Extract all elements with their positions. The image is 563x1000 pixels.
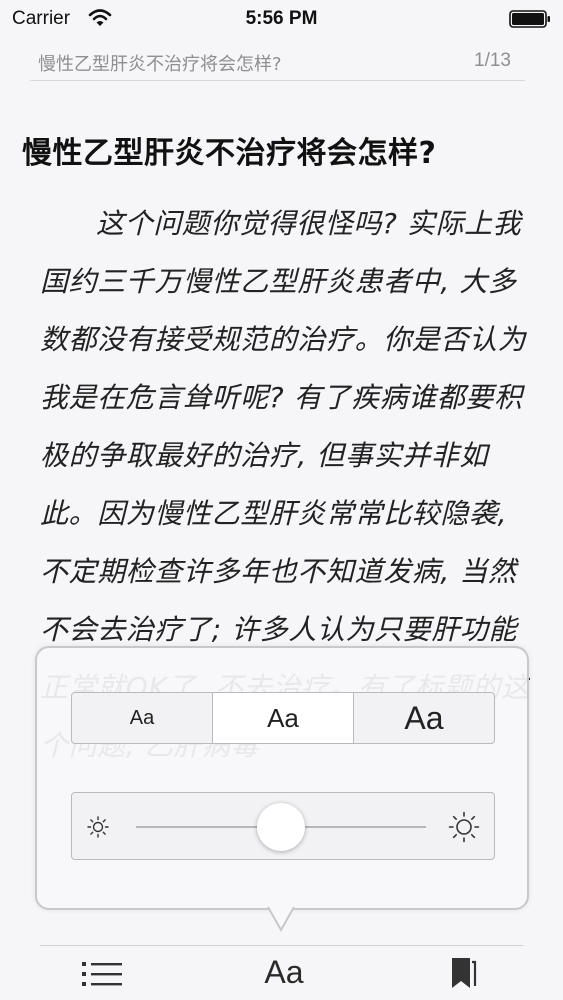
battery-icon: [509, 10, 550, 28]
sun-large-icon: [448, 811, 480, 843]
status-bar: Carrier 5:56 PM: [0, 0, 563, 40]
bookmark-icon[interactable]: [448, 956, 478, 990]
clock: 5:56 PM: [245, 8, 318, 29]
running-header: 慢性乙型肝炎不治疗将会怎样? 1/13: [38, 50, 511, 78]
running-title: 慢性乙型肝炎不治疗将会怎样?: [38, 54, 282, 75]
font-size-large-button[interactable]: Aa: [354, 693, 494, 743]
header-divider: [30, 80, 525, 81]
brightness-slider-thumb[interactable]: [257, 803, 305, 851]
chapter-title: 慢性乙型肝炎不治疗将会怎样?: [22, 136, 437, 171]
font-settings-popover: Aa Aa Aa: [35, 646, 529, 910]
sun-small-icon: [87, 816, 109, 838]
bottom-toolbar: Aa: [0, 946, 563, 1000]
font-settings-button[interactable]: Aa: [254, 954, 314, 991]
font-size-segmented-control: Aa Aa Aa: [71, 692, 495, 744]
toc-icon[interactable]: [82, 960, 122, 988]
brightness-control: [71, 792, 495, 860]
popover-arrow: [267, 906, 295, 933]
font-size-small-button[interactable]: Aa: [72, 693, 213, 743]
font-size-medium-button[interactable]: Aa: [213, 693, 354, 743]
page-counter: 1/13: [474, 50, 511, 71]
